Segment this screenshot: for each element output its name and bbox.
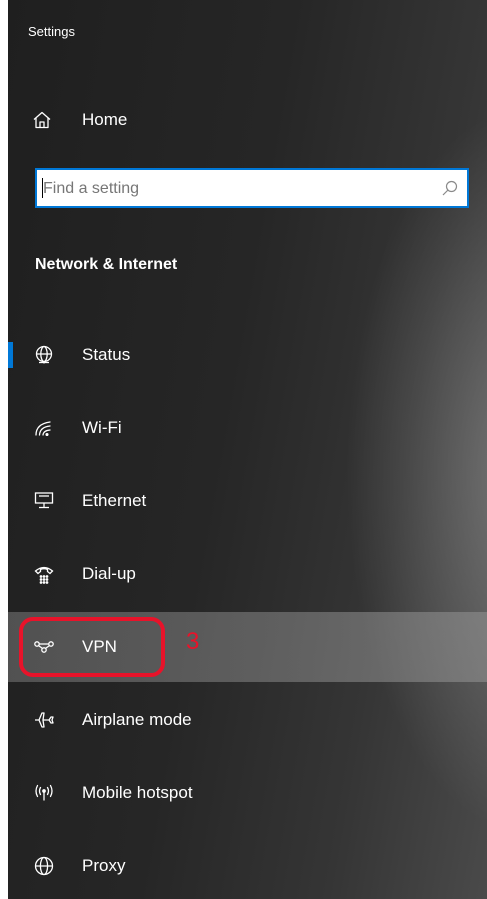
globe-icon [33,855,55,877]
nav-item-label: Dial-up [82,564,136,583]
wifi-icon [33,417,55,439]
nav-item-label: Mobile hotspot [82,783,193,802]
home-label: Home [82,110,128,129]
nav-item-wifi[interactable]: Wi-Fi [8,393,487,463]
nav-item-dial-up[interactable]: Dial-up [8,539,487,609]
search-input[interactable] [41,170,425,208]
vpn-icon [33,636,55,658]
nav-item-label: Airplane mode [82,710,192,729]
ethernet-icon [33,490,55,512]
home-nav-item[interactable]: Home [8,100,487,140]
nav-item-mobile-hotspot[interactable]: Mobile hotspot [8,758,487,828]
home-icon [32,110,52,130]
annotation-step-number: 3 [186,628,200,655]
nav-item-airplane-mode[interactable]: Airplane mode [8,685,487,755]
nav-item-proxy[interactable]: Proxy [8,831,487,899]
search-icon[interactable] [441,179,459,197]
hotspot-icon [33,782,55,804]
search-box[interactable] [35,168,469,208]
nav-item-ethernet[interactable]: Ethernet [8,466,487,536]
nav-item-label: Status [82,345,131,364]
nav-item-label: VPN [82,637,117,656]
nav-item-label: Wi-Fi [82,418,122,437]
nav-item-vpn[interactable]: VPN [8,612,487,682]
nav-item-label: Proxy [82,856,126,875]
app-title: Settings [28,24,75,39]
dial-up-phone-icon [33,563,55,585]
settings-window: Settings Home Network & Internet [8,0,487,899]
nav-item-label: Ethernet [82,491,147,510]
section-title: Network & Internet [35,256,178,273]
nav-item-status[interactable]: Status [8,320,487,390]
airplane-icon [33,709,55,731]
globe-status-icon [33,344,55,366]
